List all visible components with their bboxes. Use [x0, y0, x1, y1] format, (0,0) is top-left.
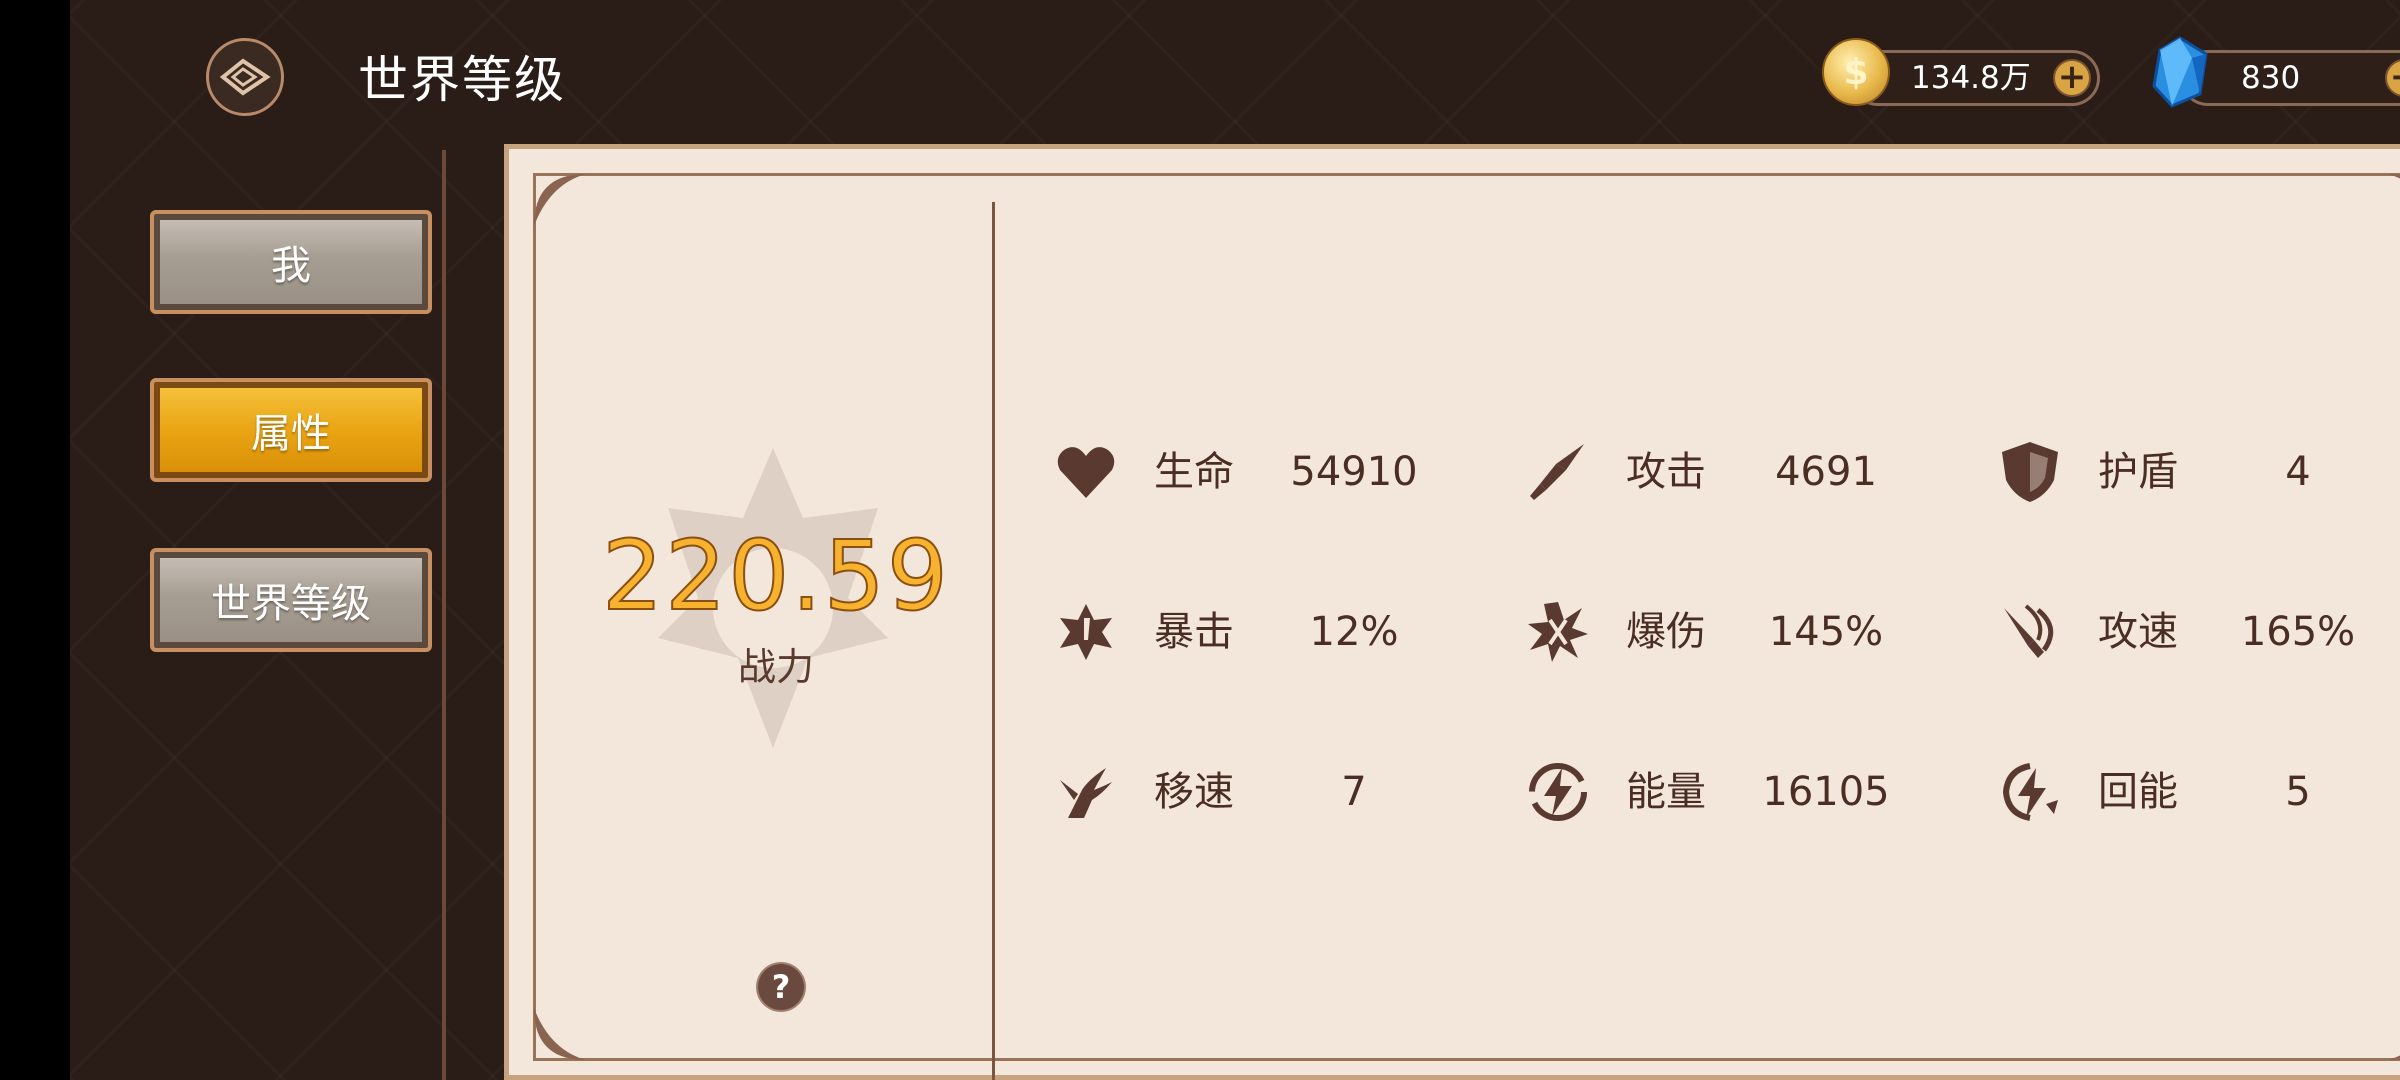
- stat-energy-regen: 回能 5: [1998, 752, 2400, 832]
- heart-icon: [1057, 447, 1115, 498]
- gem-amount: 830: [2241, 60, 2301, 96]
- crit-damage-icon: [1528, 602, 1588, 662]
- wing-boot-icon: [1060, 768, 1112, 818]
- gold-coin-icon: $: [1822, 38, 1890, 106]
- column-divider: [992, 202, 995, 1080]
- stat-shield: 护盾 4: [1998, 432, 2400, 512]
- corner-ornament-icon: [2388, 1008, 2400, 1060]
- stat-value: 16105: [1762, 769, 1890, 815]
- stat-energy: 能量 16105: [1526, 752, 1996, 832]
- stat-value: 7: [1341, 769, 1367, 815]
- stat-label: 移速: [1154, 769, 1234, 815]
- back-arrow-icon: [219, 58, 271, 96]
- stat-value: 4691: [1775, 449, 1877, 495]
- app-screen: 世界等级 134.8万 + $ 830 + 我 属性 世界等级: [70, 0, 2400, 1080]
- add-gem-button[interactable]: +: [2385, 59, 2400, 97]
- stat-value: 165%: [2240, 609, 2356, 655]
- sidebar-item-label: 世界等级: [211, 581, 371, 627]
- stat-attack: 攻击 4691: [1526, 432, 1996, 512]
- energy-icon: [1529, 763, 1587, 821]
- stat-label: 护盾: [2098, 449, 2178, 495]
- stat-label: 生命: [1154, 449, 1234, 495]
- stat-value: 54910: [1290, 449, 1418, 495]
- sidebar-item-label: 属性: [251, 411, 331, 457]
- sidebar-item-label: 我: [271, 243, 311, 289]
- stat-value: 4: [2285, 449, 2311, 495]
- gem-currency-bar: 830 +: [2180, 50, 2400, 106]
- attack-speed-icon: [2004, 604, 2054, 658]
- stat-attack-speed: 攻速 165%: [1998, 592, 2400, 672]
- corner-ornament-icon: [2388, 174, 2400, 226]
- corner-ornament-icon: [534, 1008, 586, 1060]
- energy-regen-icon: [2002, 763, 2058, 821]
- stat-value: 145%: [1768, 609, 1884, 655]
- sidebar-item-world-level[interactable]: 世界等级: [150, 548, 432, 652]
- combat-power-value: 220.59: [601, 519, 950, 633]
- stat-hp: 生命 54910: [1054, 432, 1524, 512]
- sword-icon: [1530, 444, 1584, 500]
- sidebar-divider: [442, 150, 446, 1080]
- stat-label: 攻击: [1626, 449, 1706, 495]
- combat-power-label: 战力: [737, 645, 814, 689]
- stat-label: 攻速: [2098, 609, 2178, 655]
- stat-label: 暴击: [1154, 609, 1234, 655]
- sidebar-item-attributes[interactable]: 属性: [150, 378, 432, 482]
- back-button[interactable]: [206, 38, 284, 116]
- stat-crit-damage: 爆伤 145%: [1526, 592, 1996, 672]
- stat-move-speed: 移速 7: [1054, 752, 1524, 832]
- gold-amount: 134.8万: [1911, 60, 2031, 96]
- crit-icon: [1060, 604, 1112, 660]
- corner-ornament-icon: [534, 174, 586, 226]
- help-icon[interactable]: ?: [758, 964, 804, 1010]
- panel-frame: 220.59 战力 ? 生命 54910 攻击 4691 护盾 4 暴击 12%…: [533, 173, 2400, 1080]
- shield-icon: [2002, 442, 2058, 502]
- stat-crit: 暴击 12%: [1054, 592, 1524, 672]
- stat-label: 爆伤: [1626, 609, 1706, 655]
- attribute-panel: 220.59 战力 ? 生命 54910 攻击 4691 护盾 4 暴击 12%…: [504, 144, 2400, 1080]
- stat-value: 12%: [1309, 609, 1399, 655]
- blue-gem-icon: [2152, 36, 2208, 108]
- add-gold-button[interactable]: +: [2053, 59, 2091, 97]
- page-title: 世界等级: [358, 51, 566, 109]
- stat-value: 5: [2285, 769, 2311, 815]
- stat-label: 能量: [1626, 769, 1706, 815]
- stat-label: 回能: [2098, 769, 2178, 815]
- sidebar-item-me[interactable]: 我: [150, 210, 432, 314]
